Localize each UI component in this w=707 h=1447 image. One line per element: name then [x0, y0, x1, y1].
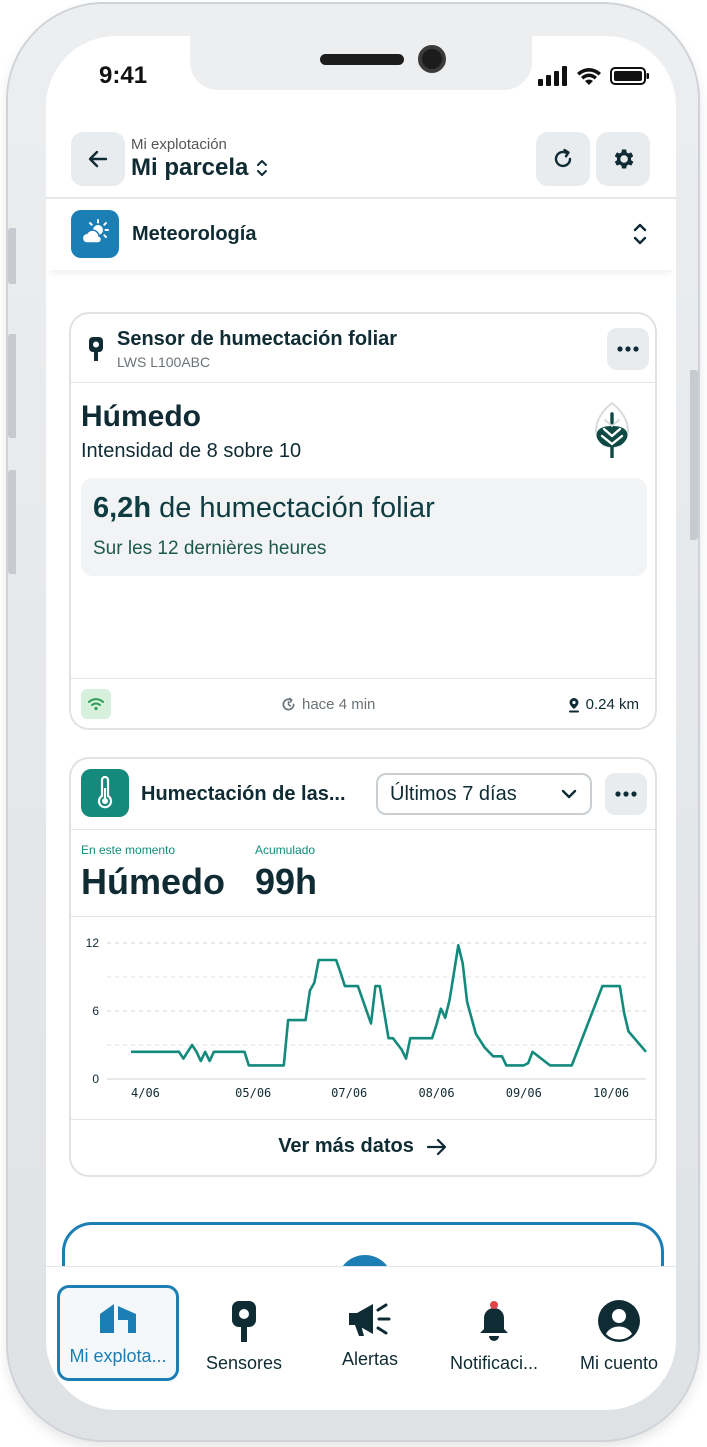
- chart-xtick-label: 08/06: [418, 1086, 454, 1100]
- chart-xtick-label: 10/06: [593, 1086, 629, 1100]
- nav-label-farm: Mi explota...: [69, 1346, 167, 1366]
- chart-series-line: [131, 943, 647, 1067]
- sensor-distance: 0.24 km: [568, 696, 639, 713]
- battery-icon: [610, 67, 649, 85]
- wifi-icon: [88, 698, 104, 711]
- history-more-button[interactable]: [605, 773, 647, 815]
- status-icons: [538, 66, 650, 86]
- home-icon: [100, 1304, 136, 1333]
- farm-selector[interactable]: Mi parcela: [131, 154, 268, 182]
- settings-button[interactable]: [596, 132, 650, 186]
- header-divider: [46, 197, 676, 199]
- nav-label-account: Mi cuento: [579, 1353, 659, 1373]
- chevron-up-down-icon: [632, 220, 648, 253]
- chart-xtick-label: 09/06: [506, 1086, 542, 1100]
- wetness-hours: 6,2h de humectación foliar: [93, 492, 435, 524]
- arrow-left-icon: [88, 150, 108, 168]
- megaphone-icon: [349, 1303, 391, 1336]
- history-title: Humectación de las...: [141, 783, 346, 805]
- bell-icon: [480, 1301, 508, 1341]
- chart-ytick-label: 6: [92, 1004, 99, 1018]
- sensor-icon: [89, 337, 103, 361]
- screen: 9:41 Mi explotación Mi parcela Meteorolo…: [46, 36, 676, 1410]
- page-title: Mi parcela: [131, 154, 249, 181]
- user-avatar-icon: [598, 1300, 640, 1342]
- now-label: En este momento: [81, 843, 176, 857]
- status-bar: 9:41: [46, 36, 676, 121]
- speaker: [320, 54, 404, 65]
- accumulated-value: 99h: [255, 861, 318, 902]
- volume-down-button: [8, 470, 16, 574]
- nav-item-farm[interactable]: Mi explota...: [57, 1285, 179, 1381]
- volume-up-button: [8, 334, 16, 438]
- nav-item-sensors[interactable]: Sensores: [183, 1285, 305, 1381]
- nav-label-alerts: Alertas: [341, 1349, 399, 1369]
- chevron-up-down-icon: [257, 160, 268, 176]
- last-update: hace 4 min: [281, 696, 375, 713]
- weather-icon: [71, 210, 119, 258]
- sensor-model: LWS L100ABC: [117, 354, 211, 370]
- power-button: [690, 370, 698, 540]
- section-label: Meteorología: [132, 223, 257, 245]
- chart-xtick-label: 07/06: [331, 1086, 367, 1100]
- back-button[interactable]: [71, 132, 125, 186]
- refresh-icon: [554, 148, 572, 168]
- period-dropdown[interactable]: Últimos 7 días: [376, 773, 592, 815]
- gear-icon: [614, 149, 634, 169]
- more-data-link[interactable]: Ver más datos: [71, 1135, 655, 1158]
- wetness-period: Sur les 12 dernières heures: [93, 538, 327, 559]
- history-card: Humectación de las... Últimos 7 días En …: [69, 757, 657, 1177]
- divider: [71, 382, 655, 383]
- phone-frame: 9:41 Mi explotación Mi parcela Meteorolo…: [8, 4, 698, 1440]
- nav-item-alerts[interactable]: Alertas: [309, 1285, 431, 1381]
- accumulated-label: Acumulado: [255, 843, 316, 857]
- wetness-state: Húmedo: [81, 400, 201, 433]
- divider: [71, 678, 655, 679]
- refresh-button[interactable]: [536, 132, 590, 186]
- sensor-card[interactable]: Sensor de humectación foliar LWS L100ABC…: [69, 312, 657, 730]
- chart-ytick-label: 12: [86, 936, 100, 950]
- wetness-chart: 0 6 12 4/06 05/06 07/06 08/06 09/06 10/06: [86, 936, 647, 1100]
- arrow-right-icon: [426, 1138, 446, 1155]
- leaf-icon: [595, 401, 629, 458]
- connection-badge: [81, 689, 111, 719]
- divider: [71, 1119, 655, 1120]
- more-horizontal-icon: [617, 346, 639, 352]
- intensity-text: Intensidad de 8 sobre 10: [81, 440, 302, 462]
- chart-xtick-label: 05/06: [235, 1086, 271, 1100]
- period-value: Últimos 7 días: [390, 782, 517, 805]
- notch: [190, 36, 532, 90]
- signal-icon: [538, 66, 567, 86]
- nav-item-account[interactable]: Mi cuento: [558, 1285, 676, 1381]
- location-pin-icon: [568, 697, 579, 712]
- nav-label-notifications: Notificaci...: [449, 1353, 539, 1373]
- chevron-down-icon: [561, 789, 577, 799]
- section-selector[interactable]: Meteorología: [46, 200, 676, 270]
- sensor-title: Sensor de humectación foliar: [117, 328, 398, 350]
- wetness-hours-panel: 6,2h de humectación foliar Sur les 12 de…: [81, 478, 647, 576]
- status-time: 9:41: [99, 62, 148, 89]
- more-horizontal-icon: [615, 791, 637, 797]
- chart-ytick-label: 0: [92, 1072, 99, 1086]
- nav-label-sensors: Sensores: [205, 1353, 283, 1373]
- wifi-icon: [577, 68, 601, 85]
- sensor-icon: [232, 1301, 256, 1342]
- clock-refresh-icon: [282, 697, 295, 711]
- divider: [71, 829, 655, 830]
- camera: [418, 45, 446, 73]
- divider: [71, 916, 655, 917]
- mute-switch: [8, 228, 16, 284]
- breadcrumb: Mi explotación: [131, 136, 227, 153]
- now-value: Húmedo: [81, 861, 225, 902]
- header: Mi explotación Mi parcela: [71, 132, 651, 188]
- bottom-navigation: Mi explota... Sensores Alertas Notificac…: [46, 1266, 676, 1410]
- thermometer-icon: [81, 769, 129, 817]
- sensor-more-button[interactable]: [607, 328, 649, 370]
- nav-item-notifications[interactable]: Notificaci...: [433, 1285, 555, 1381]
- more-data-label: Ver más datos: [278, 1135, 414, 1157]
- chart-xtick-label: 4/06: [131, 1086, 160, 1100]
